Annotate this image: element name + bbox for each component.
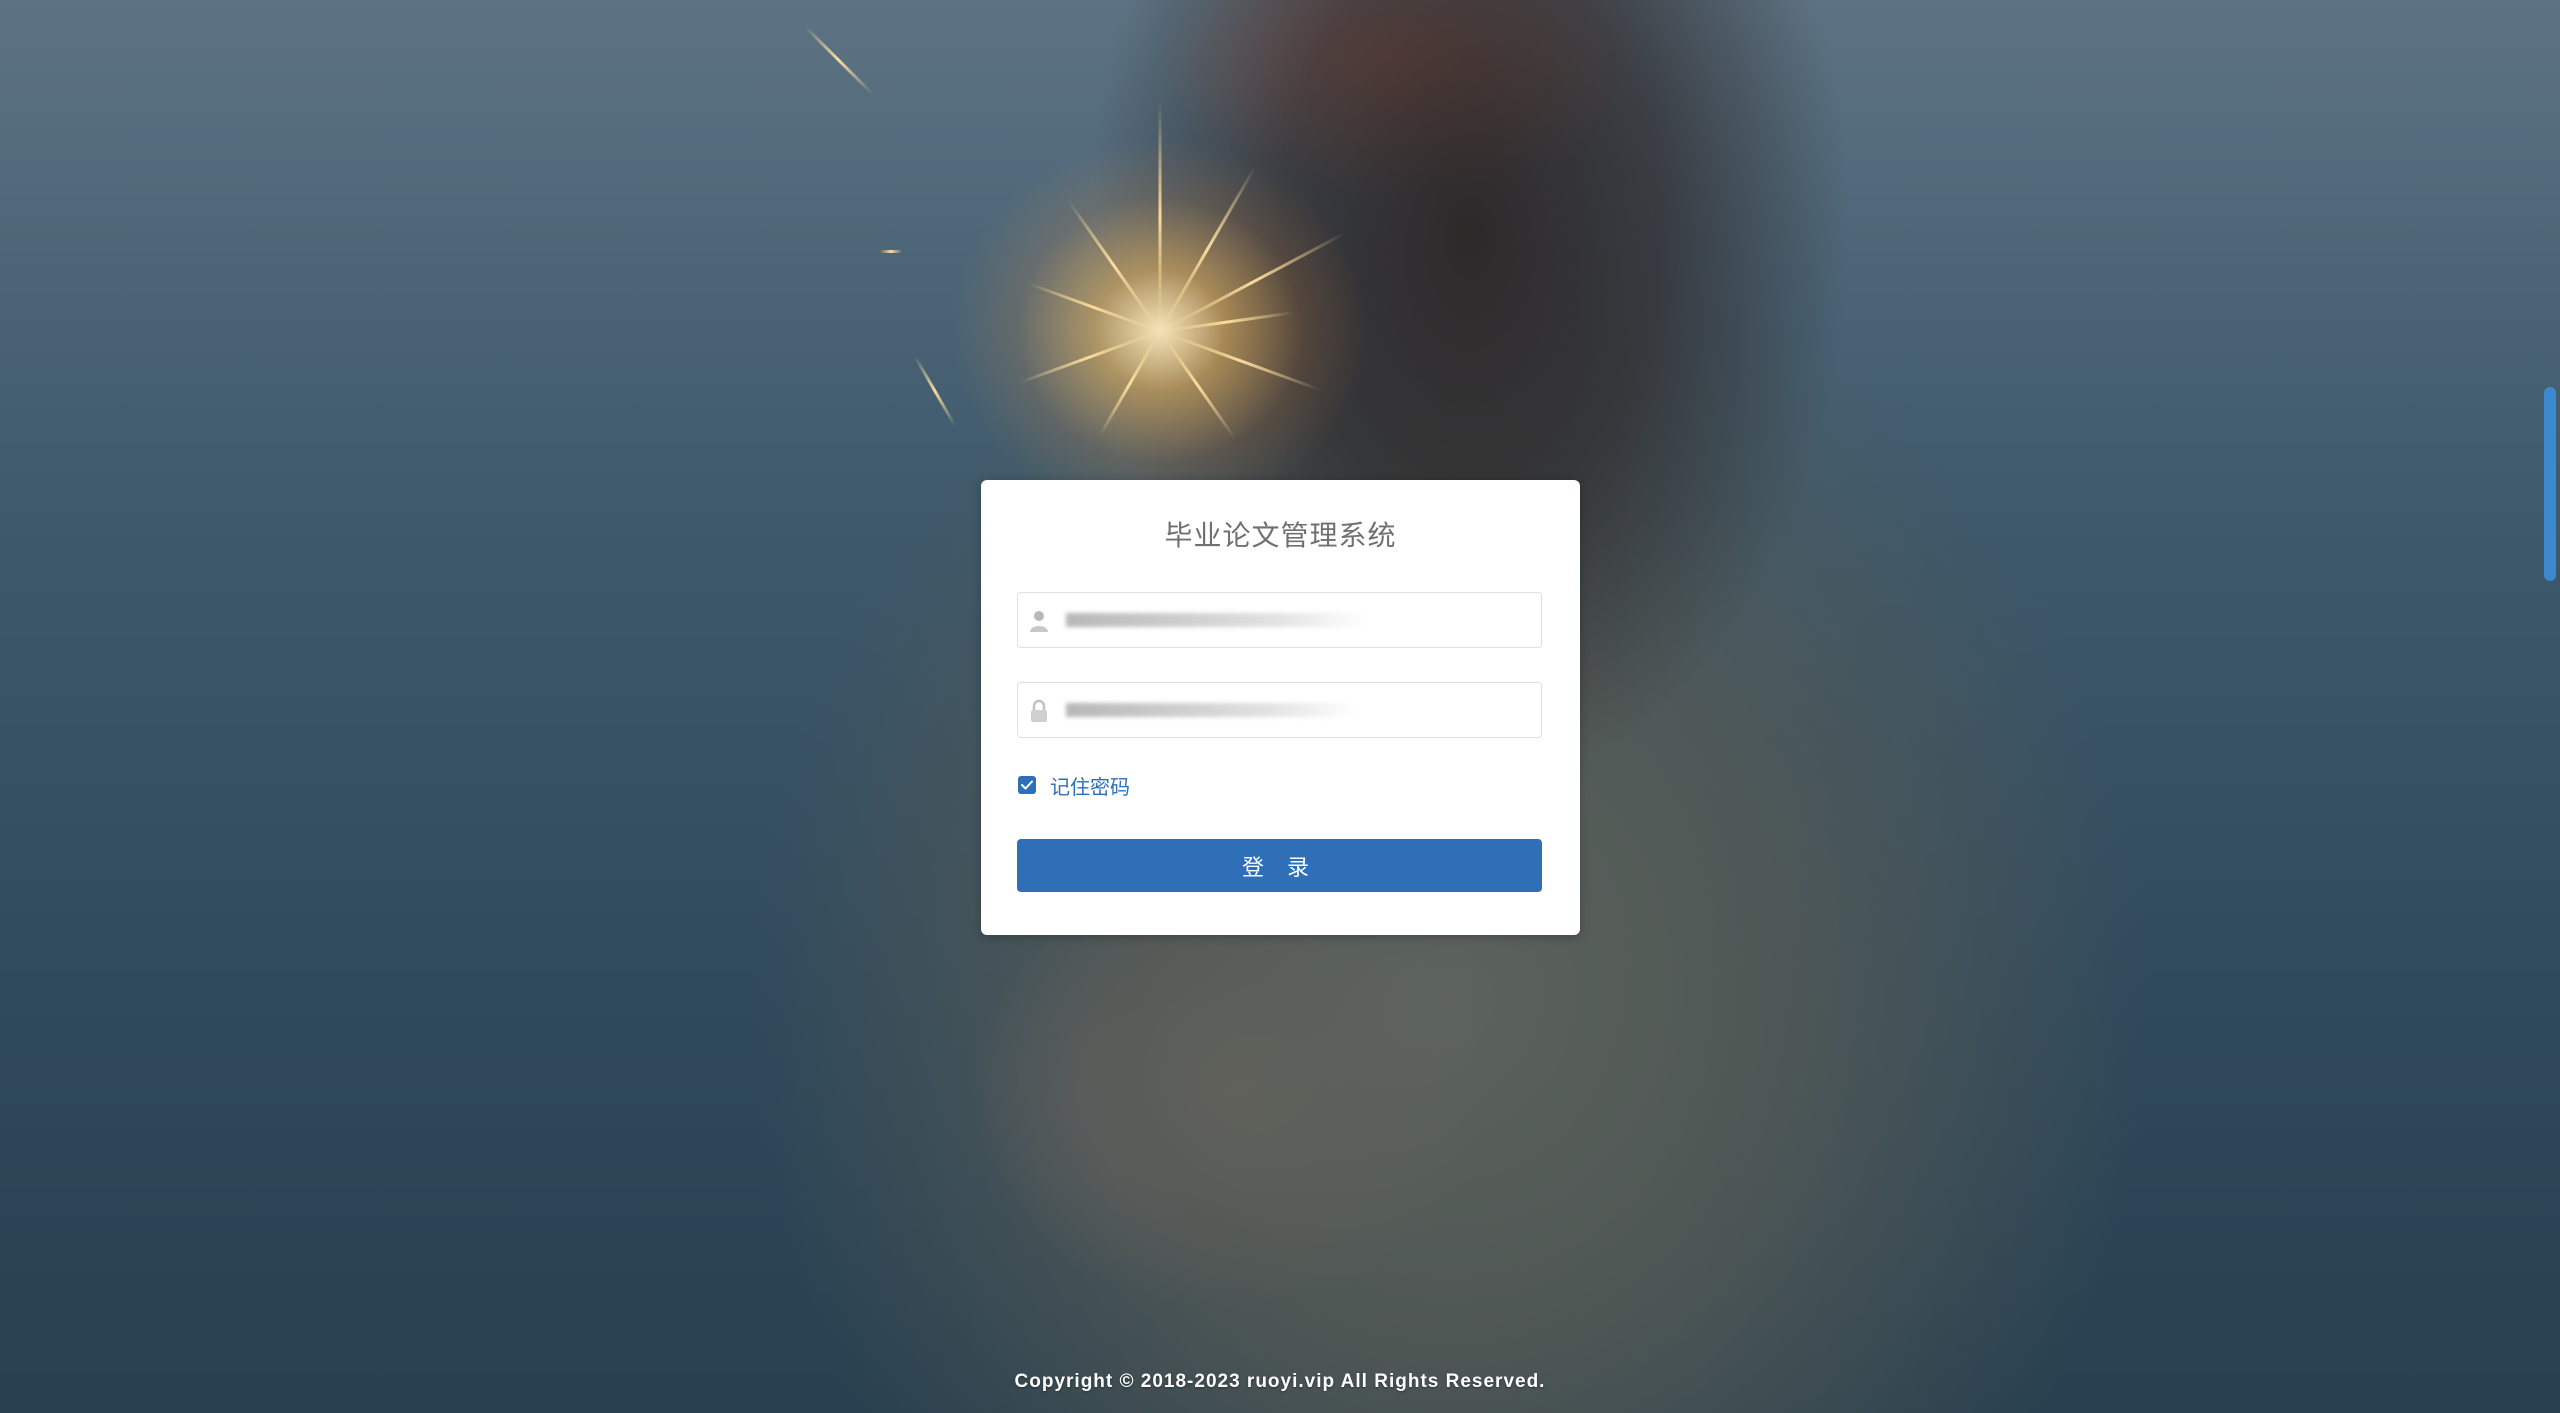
remember-checkbox[interactable] <box>1018 776 1036 794</box>
login-button[interactable]: 登 录 <box>1017 839 1542 892</box>
spark-ray <box>880 250 902 253</box>
check-icon <box>1021 780 1033 790</box>
copyright-footer: Copyright © 2018-2023 ruoyi.vip All Righ… <box>1014 1371 1546 1392</box>
username-input[interactable] <box>1064 593 1528 649</box>
login-title: 毕业论文管理系统 <box>1164 519 1397 552</box>
remember-label[interactable]: 记住密码 <box>1050 771 1130 800</box>
login-card: 毕业论文管理系统 记住密码 登 录 <box>981 480 1580 935</box>
scrollbar-thumb[interactable] <box>2544 387 2556 581</box>
user-icon <box>1028 609 1050 633</box>
spark-ray <box>1158 101 1162 332</box>
lock-icon <box>1028 699 1050 723</box>
password-field[interactable] <box>1017 682 1542 739</box>
username-field[interactable] <box>1017 592 1542 649</box>
password-input[interactable] <box>1064 683 1528 739</box>
remember-password[interactable]: 记住密码 <box>1018 771 1130 800</box>
